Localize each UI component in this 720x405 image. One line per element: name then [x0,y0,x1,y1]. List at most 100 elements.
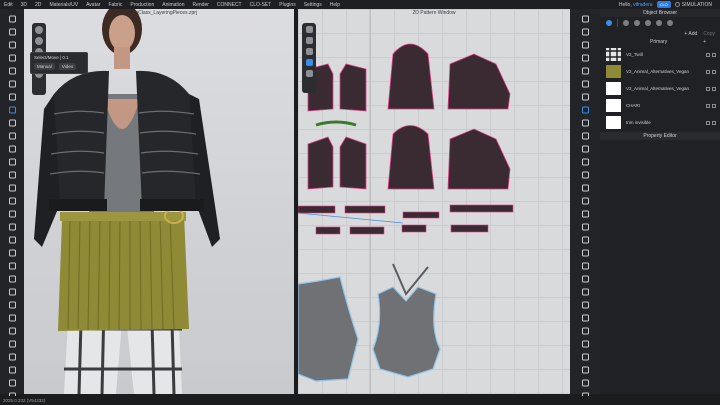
visibility-icon[interactable] [712,69,716,74]
rotate-icon[interactable] [7,41,17,49]
video-button[interactable]: Video [58,63,77,70]
graphic-icon[interactable] [7,353,17,361]
light-icon[interactable] [7,301,17,309]
zipper-icon[interactable] [7,327,17,335]
copy-button[interactable]: Copy [703,31,715,37]
edit-icon[interactable] [706,120,710,125]
grid-icon[interactable] [580,340,590,348]
button-icon[interactable] [7,340,17,348]
menu-avatar[interactable]: Avatar [82,2,104,8]
menu-render[interactable]: Render [188,2,212,8]
trim-icon[interactable] [7,314,17,322]
grade-icon[interactable] [580,262,590,270]
rect-icon[interactable] [580,80,590,88]
puckering-icon[interactable] [580,210,590,218]
visible-icon[interactable] [580,366,590,374]
text-icon[interactable] [580,288,590,296]
line-icon[interactable] [580,54,590,62]
ruler-icon[interactable] [7,262,17,270]
fit-icon[interactable] [7,145,17,153]
menu-clo-set[interactable]: CLO-SET [246,2,276,8]
fold-arrange-icon[interactable] [580,184,590,192]
simulation-toggle[interactable]: SIMULATION [674,2,712,8]
visibility-icon[interactable] [712,52,716,57]
visibility-icon[interactable] [712,86,716,91]
internal-icon[interactable] [580,67,590,75]
symmetry-icon[interactable] [580,249,590,257]
menu-materials-uv[interactable]: Materials/UV [45,2,82,8]
menu-help[interactable]: Help [326,2,344,8]
trim-tab-icon[interactable] [645,20,651,26]
menu-connect[interactable]: CONNECT [213,2,246,8]
zoom-icon[interactable] [580,353,590,361]
fabric-item[interactable]: V2_Twill [600,46,720,63]
check-sewing-icon[interactable] [580,158,590,166]
stitch-icon[interactable] [7,197,17,205]
mesh-icon[interactable] [7,171,17,179]
fabric-pick-icon[interactable] [580,197,590,205]
texture-icon[interactable] [7,210,17,218]
fabric-item[interactable]: V2_Animal_Alternatives_Vegan [600,80,720,97]
layer-icon[interactable] [7,158,17,166]
arrow-icon[interactable] [580,314,590,322]
camera-icon[interactable] [7,288,17,296]
menu-plugins[interactable]: Plugins [275,2,299,8]
segment-sew-icon[interactable] [580,132,590,140]
pattern-canvas[interactable] [298,9,570,394]
property-editor-header[interactable]: Property Editor [600,132,720,140]
edit-icon[interactable] [706,103,710,108]
lock2-icon[interactable] [580,379,590,387]
strain-icon[interactable] [7,236,17,244]
size-icon[interactable] [580,327,590,335]
arrangement-icon[interactable] [7,184,17,192]
scene-tab-icon[interactable] [623,20,629,26]
dart-icon[interactable] [580,106,590,114]
sewing-icon[interactable] [7,223,17,231]
pattern-view-icon[interactable] [305,26,313,33]
manual-button[interactable]: Manual [34,63,55,70]
font-icon[interactable] [580,301,590,309]
fabric-item[interactable]: trim invisible [600,114,720,131]
add-button[interactable]: + Add [684,31,697,37]
menu-animation[interactable]: Animation [158,2,188,8]
visibility-icon[interactable] [712,120,716,125]
shrink-icon[interactable] [7,249,17,257]
topstitch-icon[interactable] [7,366,17,374]
pin-icon[interactable] [7,54,17,62]
edit-icon[interactable] [706,52,710,57]
measure-icon[interactable] [7,106,17,114]
pattern-edit-icon[interactable] [580,15,590,23]
graphic-tab-icon[interactable] [656,20,662,26]
menu-fabric[interactable]: Fabric [104,2,126,8]
view-avatar-icon[interactable] [35,26,43,34]
user-greeting[interactable]: Hello, vifradera [619,2,653,8]
pucker-icon[interactable] [7,379,17,387]
elastic-icon[interactable] [580,223,590,231]
topstitch-tab-icon[interactable] [667,20,673,26]
view-garment-icon[interactable] [35,37,43,45]
fabric-tab-icon[interactable] [606,20,612,26]
curve-icon[interactable] [580,41,590,49]
shirring-icon[interactable] [580,236,590,244]
garment-icon[interactable] [7,132,17,140]
edit-icon[interactable] [706,69,710,74]
point-icon[interactable] [580,28,590,36]
fold-icon[interactable] [7,67,17,75]
fabric-item[interactable]: CHARI [600,97,720,114]
fabric-item[interactable]: V2_Animal_Alternatives_Vegan [600,63,720,80]
pattern-light-icon[interactable] [305,48,313,55]
select-icon[interactable] [7,15,17,23]
trace-icon[interactable] [580,119,590,127]
menu-production[interactable]: Production [126,2,158,8]
menu-3d[interactable]: 3D [17,2,31,8]
notch-icon[interactable] [580,171,590,179]
menu-edit[interactable]: Edit [0,2,17,8]
move-icon[interactable] [7,28,17,36]
annotation-icon[interactable] [580,275,590,283]
edit-icon[interactable] [706,86,710,91]
tack-icon[interactable] [7,93,17,101]
primary-group[interactable]: Primary + [600,38,720,46]
pattern-select-icon[interactable] [305,59,313,66]
menu-2d[interactable]: 2D [31,2,45,8]
brush-icon[interactable] [7,80,17,88]
